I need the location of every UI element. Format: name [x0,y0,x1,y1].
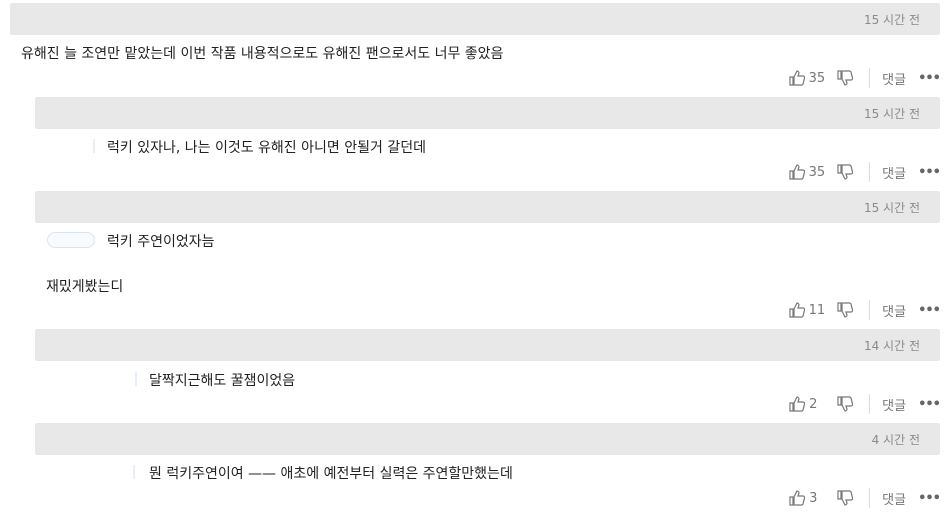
comment-actions: 2 댓글 ••• [789,392,941,416]
comment-text: 달짝지근해도 꿀잼이었음 [149,373,296,389]
comment-timestamp: 14 시간 전 [863,339,920,353]
thumbs-up-icon[interactable] [788,302,805,318]
like-count: 3 [809,490,818,506]
thumbs-up-icon[interactable] [789,396,806,412]
comment-header-bar: 15 시간 전 [35,97,940,129]
thumbs-down-icon[interactable] [837,70,854,86]
like-count: 11 [808,302,826,318]
thumbs-down-icon[interactable] [837,302,854,318]
reply-button[interactable]: 댓글 [882,395,906,414]
comment-actions: 11 댓글 ••• [788,298,941,322]
comment-header-bar: 15 시간 전 [10,3,940,35]
comment-actions: 35 댓글 ••• [788,66,941,90]
comment-timestamp: 15 시간 전 [863,201,920,215]
like-count: 35 [808,70,826,86]
comment-actions: 35 댓글 ••• [788,160,941,184]
reply-button[interactable]: 댓글 [882,69,906,88]
comment-header-bar: 14 시간 전 [35,329,940,361]
more-options-icon[interactable]: ••• [918,71,941,86]
mention-tag[interactable] [47,232,95,248]
reply-button[interactable]: 댓글 [882,301,906,320]
reply-indent-marker [93,139,99,153]
thumbs-up-icon[interactable] [789,490,806,506]
divider [869,68,871,88]
comment-text: 럭키 주연이었자늠 [107,234,215,250]
more-options-icon[interactable]: ••• [918,397,941,412]
thumbs-down-icon[interactable] [837,396,854,412]
reply-indent-marker [135,372,141,386]
comment-text: 럭키 있자나, 나는 이것도 유해진 아니면 안될거 갈던데 [107,140,426,156]
like-count: 2 [809,396,818,412]
divider [869,394,871,414]
thumbs-up-icon[interactable] [788,70,805,86]
comment-timestamp: 15 시간 전 [863,13,920,27]
more-options-icon[interactable]: ••• [918,491,941,506]
comment-timestamp: 4 시간 전 [871,433,920,447]
comment-text-line2: 재밌게봤는디 [46,279,124,295]
comment-timestamp: 15 시간 전 [863,107,920,121]
reply-button[interactable]: 댓글 [882,489,906,508]
more-options-icon[interactable]: ••• [918,303,941,318]
comment-text: 유해진 늘 조연만 맡았는데 이번 작품 내용적으로도 유해진 팬으로서도 너무… [21,46,504,62]
thumbs-down-icon[interactable] [837,490,854,506]
comment-header-bar: 4 시간 전 [35,423,940,455]
divider [869,488,871,508]
thumbs-down-icon[interactable] [837,164,854,180]
reply-indent-marker [133,465,139,479]
thumbs-up-icon[interactable] [788,164,805,180]
comment-header-bar: 15 시간 전 [35,191,940,223]
reply-button[interactable]: 댓글 [882,163,906,182]
like-count: 35 [808,164,826,180]
comment-actions: 3 댓글 ••• [789,486,941,510]
divider [869,162,871,182]
comment-text: 뭔 럭키주연이여 —— 애초에 예전부터 실력은 주연할만했는데 [149,466,513,482]
more-options-icon[interactable]: ••• [918,165,941,180]
divider [869,300,871,320]
